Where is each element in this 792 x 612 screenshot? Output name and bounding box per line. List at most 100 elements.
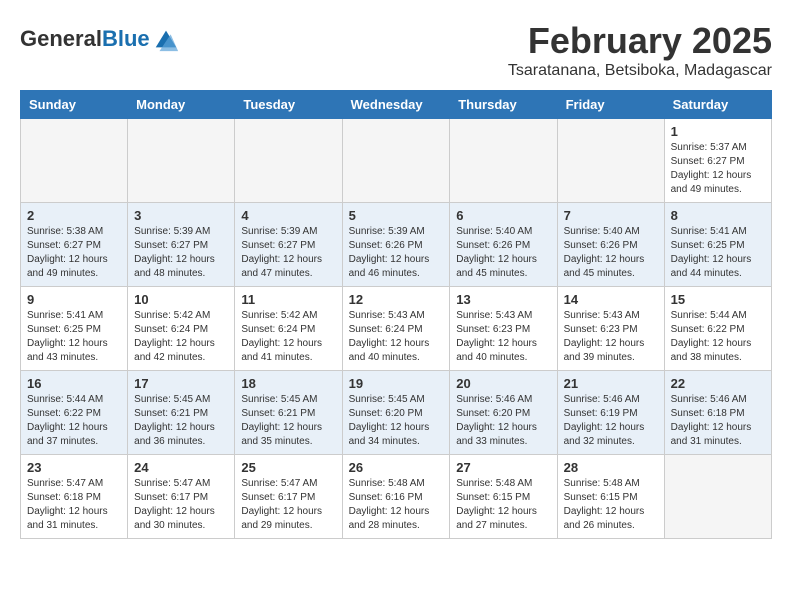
calendar-day-cell: 20 Sunrise: 5:46 AM Sunset: 6:20 PM Dayli…	[450, 371, 557, 455]
day-info: Sunrise: 5:48 AM Sunset: 6:15 PM Dayligh…	[564, 477, 658, 533]
day-info: Sunrise: 5:42 AM Sunset: 6:24 PM Dayligh…	[134, 309, 228, 365]
day-number: 23	[27, 460, 121, 475]
logo: GeneralBlue	[20, 25, 180, 53]
day-number: 18	[241, 376, 335, 391]
day-info: Sunrise: 5:40 AM Sunset: 6:26 PM Dayligh…	[456, 225, 550, 281]
day-number: 2	[27, 208, 121, 223]
day-info: Sunrise: 5:38 AM Sunset: 6:27 PM Dayligh…	[27, 225, 121, 281]
day-number: 12	[349, 292, 444, 307]
day-number: 17	[134, 376, 228, 391]
day-info: Sunrise: 5:39 AM Sunset: 6:27 PM Dayligh…	[134, 225, 228, 281]
day-number: 1	[671, 124, 765, 139]
month-title: February 2025	[508, 20, 772, 62]
day-info: Sunrise: 5:47 AM Sunset: 6:18 PM Dayligh…	[27, 477, 121, 533]
day-info: Sunrise: 5:41 AM Sunset: 6:25 PM Dayligh…	[27, 309, 121, 365]
day-number: 13	[456, 292, 550, 307]
calendar-day-cell: 3 Sunrise: 5:39 AM Sunset: 6:27 PM Daylig…	[128, 203, 235, 287]
day-info: Sunrise: 5:45 AM Sunset: 6:21 PM Dayligh…	[134, 393, 228, 449]
day-number: 22	[671, 376, 765, 391]
weekday-header: Monday	[128, 91, 235, 119]
day-info: Sunrise: 5:48 AM Sunset: 6:16 PM Dayligh…	[349, 477, 444, 533]
calendar-day-cell: 24 Sunrise: 5:47 AM Sunset: 6:17 PM Dayli…	[128, 455, 235, 539]
calendar-table: SundayMondayTuesdayWednesdayThursdayFrid…	[20, 90, 772, 539]
calendar-week-row: 1 Sunrise: 5:37 AM Sunset: 6:27 PM Daylig…	[21, 119, 772, 203]
calendar-day-cell: 8Sunrise: 5:41 AM Sunset: 6:25 PM Daylig…	[664, 203, 771, 287]
day-info: Sunrise: 5:46 AM Sunset: 6:20 PM Dayligh…	[456, 393, 550, 449]
day-info: Sunrise: 5:44 AM Sunset: 6:22 PM Dayligh…	[27, 393, 121, 449]
day-number: 24	[134, 460, 228, 475]
day-number: 5	[349, 208, 444, 223]
calendar-day-cell: 15Sunrise: 5:44 AM Sunset: 6:22 PM Dayli…	[664, 287, 771, 371]
day-info: Sunrise: 5:46 AM Sunset: 6:18 PM Dayligh…	[671, 393, 765, 449]
day-info: Sunrise: 5:45 AM Sunset: 6:20 PM Dayligh…	[349, 393, 444, 449]
calendar-day-cell: 27 Sunrise: 5:48 AM Sunset: 6:15 PM Dayli…	[450, 455, 557, 539]
day-number: 26	[349, 460, 444, 475]
day-number: 28	[564, 460, 658, 475]
logo-icon	[152, 25, 180, 53]
calendar-day-cell: 7 Sunrise: 5:40 AM Sunset: 6:26 PM Daylig…	[557, 203, 664, 287]
day-number: 11	[241, 292, 335, 307]
calendar-day-cell	[557, 119, 664, 203]
logo-general-text: General	[20, 26, 102, 51]
weekday-header: Friday	[557, 91, 664, 119]
calendar-week-row: 9 Sunrise: 5:41 AM Sunset: 6:25 PM Daylig…	[21, 287, 772, 371]
calendar-day-cell: 22 Sunrise: 5:46 AM Sunset: 6:18 PM Dayli…	[664, 371, 771, 455]
weekday-header: Tuesday	[235, 91, 342, 119]
calendar-day-cell	[450, 119, 557, 203]
day-info: Sunrise: 5:43 AM Sunset: 6:23 PM Dayligh…	[564, 309, 658, 365]
page-header: GeneralBlue February 2025 Tsaratanana, B…	[20, 20, 772, 80]
calendar-header-row: SundayMondayTuesdayWednesdayThursdayFrid…	[21, 91, 772, 119]
day-number: 27	[456, 460, 550, 475]
calendar-day-cell: 18 Sunrise: 5:45 AM Sunset: 6:21 PM Dayli…	[235, 371, 342, 455]
day-number: 7	[564, 208, 658, 223]
weekday-header: Wednesday	[342, 91, 450, 119]
calendar-week-row: 23 Sunrise: 5:47 AM Sunset: 6:18 PM Dayli…	[21, 455, 772, 539]
day-info: Sunrise: 5:37 AM Sunset: 6:27 PM Dayligh…	[671, 141, 765, 197]
calendar-day-cell: 17 Sunrise: 5:45 AM Sunset: 6:21 PM Dayli…	[128, 371, 235, 455]
day-number: 19	[349, 376, 444, 391]
calendar-day-cell: 28 Sunrise: 5:48 AM Sunset: 6:15 PM Dayli…	[557, 455, 664, 539]
weekday-header: Thursday	[450, 91, 557, 119]
day-number: 14	[564, 292, 658, 307]
calendar-day-cell: 2 Sunrise: 5:38 AM Sunset: 6:27 PM Daylig…	[21, 203, 128, 287]
day-number: 9	[27, 292, 121, 307]
calendar-week-row: 16Sunrise: 5:44 AM Sunset: 6:22 PM Dayli…	[21, 371, 772, 455]
day-info: Sunrise: 5:45 AM Sunset: 6:21 PM Dayligh…	[241, 393, 335, 449]
calendar-week-row: 2 Sunrise: 5:38 AM Sunset: 6:27 PM Daylig…	[21, 203, 772, 287]
calendar-day-cell: 13Sunrise: 5:43 AM Sunset: 6:23 PM Dayli…	[450, 287, 557, 371]
location-title: Tsaratanana, Betsiboka, Madagascar	[508, 62, 772, 80]
day-info: Sunrise: 5:46 AM Sunset: 6:19 PM Dayligh…	[564, 393, 658, 449]
day-number: 20	[456, 376, 550, 391]
day-number: 4	[241, 208, 335, 223]
calendar-day-cell: 16Sunrise: 5:44 AM Sunset: 6:22 PM Dayli…	[21, 371, 128, 455]
calendar-day-cell	[342, 119, 450, 203]
calendar-day-cell	[664, 455, 771, 539]
calendar-day-cell: 6 Sunrise: 5:40 AM Sunset: 6:26 PM Daylig…	[450, 203, 557, 287]
logo-blue-text: Blue	[102, 26, 150, 51]
day-info: Sunrise: 5:40 AM Sunset: 6:26 PM Dayligh…	[564, 225, 658, 281]
calendar-day-cell: 21 Sunrise: 5:46 AM Sunset: 6:19 PM Dayli…	[557, 371, 664, 455]
calendar-day-cell: 1 Sunrise: 5:37 AM Sunset: 6:27 PM Daylig…	[664, 119, 771, 203]
calendar-day-cell: 11Sunrise: 5:42 AM Sunset: 6:24 PM Dayli…	[235, 287, 342, 371]
day-info: Sunrise: 5:48 AM Sunset: 6:15 PM Dayligh…	[456, 477, 550, 533]
calendar-day-cell: 9 Sunrise: 5:41 AM Sunset: 6:25 PM Daylig…	[21, 287, 128, 371]
day-number: 6	[456, 208, 550, 223]
day-info: Sunrise: 5:39 AM Sunset: 6:27 PM Dayligh…	[241, 225, 335, 281]
day-info: Sunrise: 5:47 AM Sunset: 6:17 PM Dayligh…	[134, 477, 228, 533]
day-number: 25	[241, 460, 335, 475]
calendar-day-cell: 26 Sunrise: 5:48 AM Sunset: 6:16 PM Dayli…	[342, 455, 450, 539]
day-info: Sunrise: 5:39 AM Sunset: 6:26 PM Dayligh…	[349, 225, 444, 281]
calendar-day-cell: 4 Sunrise: 5:39 AM Sunset: 6:27 PM Daylig…	[235, 203, 342, 287]
calendar-day-cell: 5 Sunrise: 5:39 AM Sunset: 6:26 PM Daylig…	[342, 203, 450, 287]
calendar-day-cell: 23 Sunrise: 5:47 AM Sunset: 6:18 PM Dayli…	[21, 455, 128, 539]
weekday-header: Sunday	[21, 91, 128, 119]
day-number: 8	[671, 208, 765, 223]
day-info: Sunrise: 5:44 AM Sunset: 6:22 PM Dayligh…	[671, 309, 765, 365]
day-number: 10	[134, 292, 228, 307]
title-block: February 2025 Tsaratanana, Betsiboka, Ma…	[508, 20, 772, 80]
weekday-header: Saturday	[664, 91, 771, 119]
day-number: 3	[134, 208, 228, 223]
day-number: 21	[564, 376, 658, 391]
calendar-day-cell: 10 Sunrise: 5:42 AM Sunset: 6:24 PM Dayli…	[128, 287, 235, 371]
calendar-day-cell: 19 Sunrise: 5:45 AM Sunset: 6:20 PM Dayli…	[342, 371, 450, 455]
